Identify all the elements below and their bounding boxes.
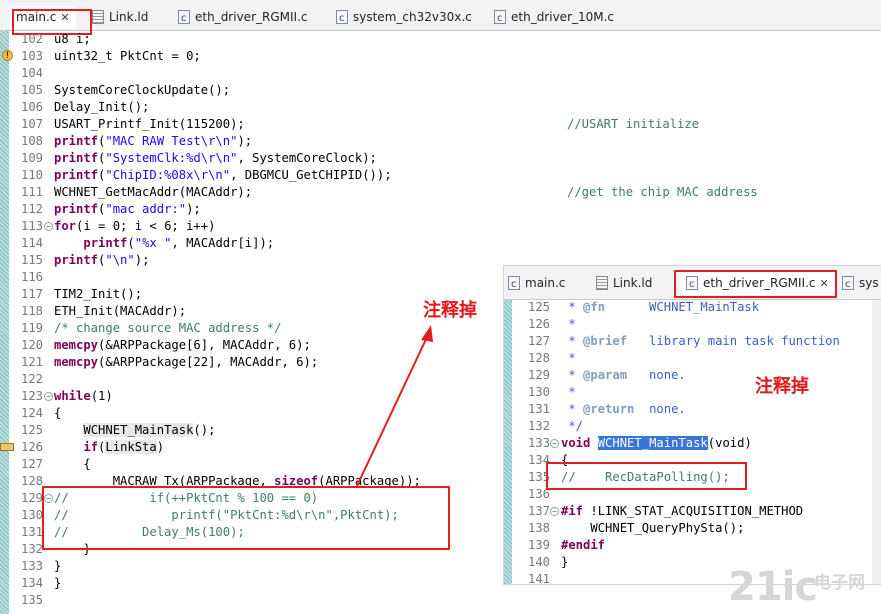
code-text: * @fn WCHNET_MainTask bbox=[561, 300, 760, 314]
code-text: * @return none. bbox=[561, 402, 686, 416]
popup-editor-window[interactable]: main.c Link.ld eth_driver_RGMII.c✕ sys 1… bbox=[503, 265, 881, 585]
code-line[interactable]: 133 void WCHNET_MainTask(void) − bbox=[512, 435, 872, 452]
code-line[interactable]: 129 * @param none. bbox=[512, 367, 872, 384]
line-number: 128 bbox=[527, 351, 550, 365]
code-line[interactable]: 126 * bbox=[512, 316, 872, 333]
vertical-scrollbar[interactable] bbox=[872, 300, 881, 584]
highlight-box-popup-tab bbox=[674, 270, 837, 298]
highlight-box-popup-commented bbox=[546, 462, 747, 490]
line-number: 130 bbox=[527, 385, 550, 399]
line-number: 133 bbox=[527, 436, 550, 450]
code-text: WCHNET_QueryPhySta(); bbox=[561, 521, 745, 535]
c-file-icon bbox=[842, 273, 854, 296]
code-line[interactable]: 127 * @brief library main task function bbox=[512, 333, 872, 350]
code-line[interactable]: 138 WCHNET_QueryPhySta(); bbox=[512, 520, 872, 537]
watermark-logo: 21ic 电子网 bbox=[728, 564, 865, 610]
code-text: * @param none. bbox=[561, 368, 686, 382]
code-text: } bbox=[561, 555, 569, 569]
popup-tab-sys[interactable]: sys bbox=[842, 272, 879, 296]
code-text: #if !LINK_STAT_ACQUISITION_METHOD bbox=[561, 504, 804, 518]
popup-tab-link-ld[interactable]: Link.ld bbox=[596, 272, 652, 295]
code-line[interactable]: 137 #if !LINK_STAT_ACQUISITION_METHOD − bbox=[512, 503, 872, 520]
line-number: 125 bbox=[527, 300, 550, 314]
linker-file-icon bbox=[596, 275, 608, 290]
annotation-note-main: 注释掉 bbox=[423, 300, 477, 321]
code-line[interactable]: 132 */ bbox=[512, 418, 872, 435]
code-line[interactable]: 128 * bbox=[512, 350, 872, 367]
line-number: 134 bbox=[527, 453, 550, 467]
line-number: 131 bbox=[527, 402, 550, 416]
line-number: 132 bbox=[527, 419, 550, 433]
code-line[interactable]: 125 * @fn WCHNET_MainTask bbox=[512, 299, 872, 316]
line-number: 126 bbox=[527, 317, 550, 331]
line-number: 138 bbox=[527, 521, 550, 535]
code-text: #endif bbox=[561, 538, 606, 552]
tab-label: Link.ld bbox=[613, 276, 653, 290]
line-number: 140 bbox=[527, 555, 550, 569]
tab-label: sys bbox=[859, 276, 879, 290]
line-number: 137 bbox=[527, 504, 550, 518]
line-number: 135 bbox=[527, 470, 550, 484]
code-text: * bbox=[561, 385, 576, 399]
line-number: 139 bbox=[527, 538, 550, 552]
fold-toggle-icon[interactable]: − bbox=[550, 439, 559, 448]
tab-label: main.c bbox=[525, 276, 566, 290]
code-text: * bbox=[561, 317, 576, 331]
code-text: */ bbox=[561, 419, 584, 433]
code-line[interactable]: 131 * @return none. bbox=[512, 401, 872, 418]
code-line[interactable]: 139 #endif bbox=[512, 537, 872, 554]
line-number: 141 bbox=[527, 572, 550, 585]
code-text: * @brief library main task function bbox=[561, 334, 840, 348]
code-text: void WCHNET_MainTask(void) bbox=[561, 436, 752, 450]
line-number: 127 bbox=[527, 334, 550, 348]
code-line[interactable]: 130 * bbox=[512, 384, 872, 401]
fold-toggle-icon[interactable]: − bbox=[550, 507, 559, 516]
line-number: 136 bbox=[527, 487, 550, 501]
code-text: * bbox=[561, 351, 576, 365]
popup-tab-main-c[interactable]: main.c bbox=[508, 272, 566, 296]
change-ruler bbox=[504, 300, 512, 584]
c-file-icon bbox=[508, 273, 520, 296]
line-number: 129 bbox=[527, 368, 550, 382]
annotation-note-popup: 注释掉 bbox=[755, 376, 809, 397]
